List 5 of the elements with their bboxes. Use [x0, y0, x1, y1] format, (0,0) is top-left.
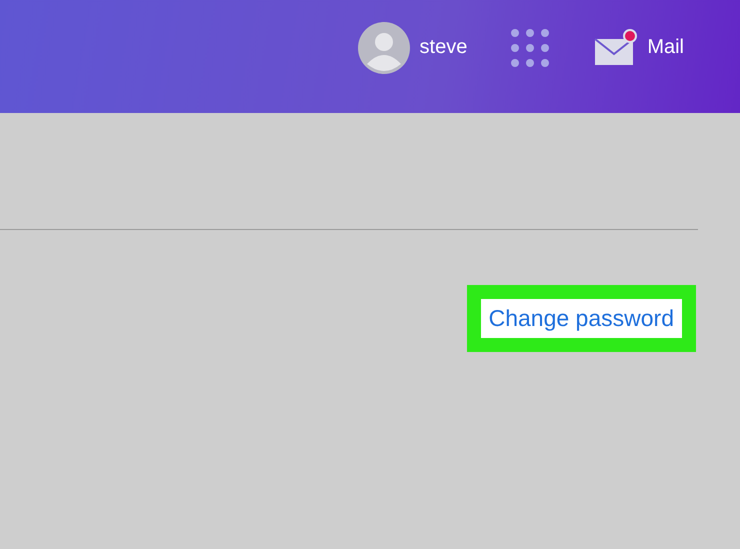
- avatar-icon: [358, 22, 410, 74]
- user-button[interactable]: steve: [358, 22, 468, 74]
- change-password-link[interactable]: Change password: [488, 305, 674, 331]
- mail-button[interactable]: Mail: [593, 28, 684, 66]
- apps-grid-icon[interactable]: [511, 28, 550, 66]
